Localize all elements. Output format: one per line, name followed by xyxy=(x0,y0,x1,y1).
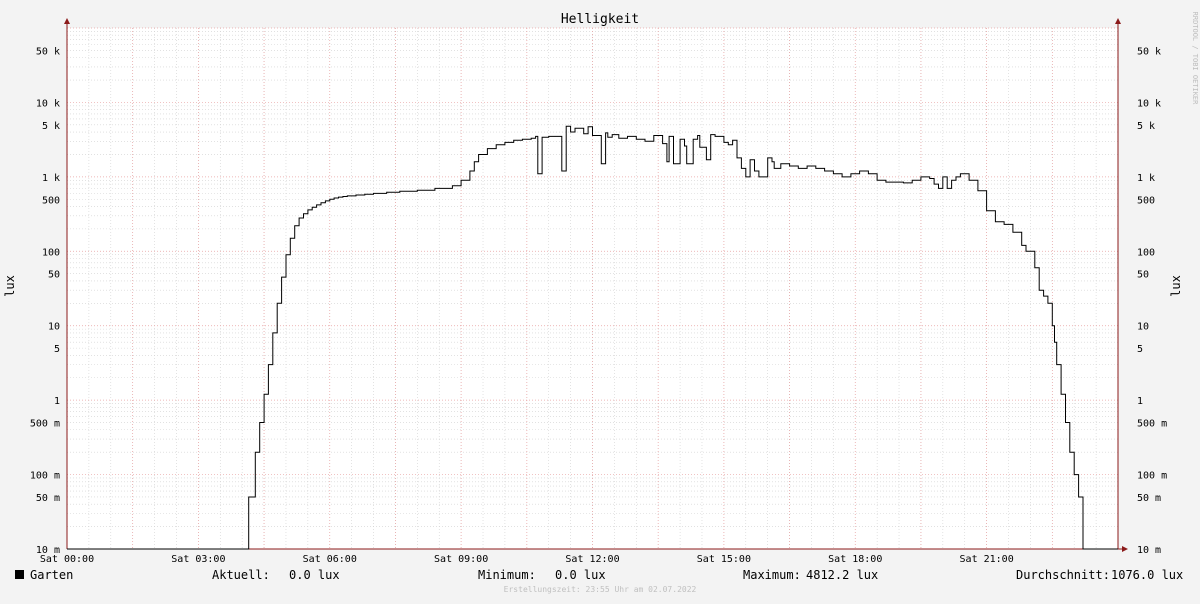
minimum-label: Minimum: xyxy=(478,568,536,582)
y-tick-label-left: 10 xyxy=(48,322,60,333)
x-tick-label: Sat 12:00 xyxy=(565,554,619,565)
current-label: Aktuell: xyxy=(212,568,270,582)
y-tick-label-left: 5 xyxy=(54,344,60,355)
footer-timestamp: Erstellungszeit: 23:55 Uhr am 02.07.2022 xyxy=(504,585,697,594)
y-tick-label-right: 10 m xyxy=(1137,545,1161,556)
y-tick-label-left: 500 xyxy=(42,195,60,206)
y-tick-label-left: 500 m xyxy=(30,419,60,430)
average-value: 1076.0 lux xyxy=(1111,568,1183,582)
y-tick-label-right: 10 k xyxy=(1137,98,1161,109)
chart-title: Helligkeit xyxy=(561,12,639,27)
current-value: 0.0 lux xyxy=(289,568,340,582)
y-tick-label-right: 100 m xyxy=(1137,471,1167,482)
maximum-value: 4812.2 lux xyxy=(806,568,878,582)
y-tick-label-right: 500 m xyxy=(1137,419,1167,430)
y-tick-label-left: 1 xyxy=(54,396,60,407)
average-label: Durchschnitt: xyxy=(1016,568,1110,582)
y-tick-label-left: 50 m xyxy=(36,493,60,504)
y-tick-label-left: 1 k xyxy=(42,173,60,184)
y-tick-label-right: 1 xyxy=(1137,396,1143,407)
x-tick-label: Sat 15:00 xyxy=(697,554,751,565)
y-axis-label-left: lux xyxy=(3,275,17,297)
chart-canvas: 50 k 10 k 5 k 1 k 500 100 50 10 5 1 500 m 100 m 50 m… xyxy=(0,0,1200,600)
x-tick-label: Sat 03:00 xyxy=(171,554,225,565)
minimum-value: 0.0 lux xyxy=(555,568,606,582)
y-tick-label-right: 1 k xyxy=(1137,173,1155,184)
y-tick-label-left: 50 xyxy=(48,270,60,281)
maximum-label: Maximum: xyxy=(743,568,801,582)
y-tick-label-left: 10 k xyxy=(36,98,60,109)
y-axis-label-right: lux xyxy=(1169,275,1183,297)
legend-swatch xyxy=(15,570,24,579)
x-tick-label: Sat 00:00 xyxy=(40,554,94,565)
y-tick-label-left: 50 k xyxy=(36,46,60,57)
x-tick-label: Sat 18:00 xyxy=(828,554,882,565)
chart-svg: 50 k 10 k 5 k 1 k 500 100 50 10 5 1 500 m 100 m 50 m… xyxy=(0,0,1200,600)
x-tick-label: Sat 06:00 xyxy=(303,554,357,565)
y-tick-label-right: 50 xyxy=(1137,270,1149,281)
y-tick-label-right: 50 k xyxy=(1137,46,1161,57)
x-tick-label: Sat 09:00 xyxy=(434,554,488,565)
y-tick-label-right: 10 xyxy=(1137,322,1149,333)
y-tick-label-right: 100 xyxy=(1137,247,1155,258)
y-tick-label-right: 50 m xyxy=(1137,493,1161,504)
x-tick-label: Sat 21:00 xyxy=(960,554,1014,565)
y-tick-label-right: 5 xyxy=(1137,344,1143,355)
legend-label: Garten xyxy=(30,568,73,582)
watermark: RRDTOOL / TOBI OETIKER xyxy=(1191,12,1199,106)
y-tick-label-left: 100 xyxy=(42,247,60,258)
y-tick-label-right: 5 k xyxy=(1137,121,1155,132)
y-tick-label-left: 100 m xyxy=(30,471,60,482)
y-tick-label-right: 500 xyxy=(1137,195,1155,206)
y-tick-label-left: 5 k xyxy=(42,121,60,132)
